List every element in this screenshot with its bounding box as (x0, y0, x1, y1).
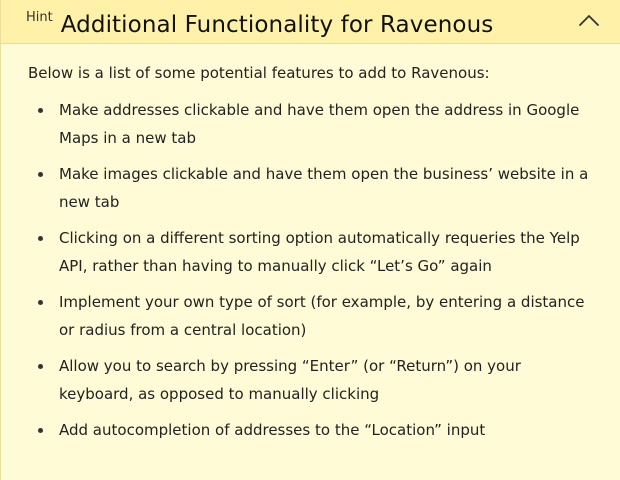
bullet-icon (38, 236, 43, 241)
list-item: Implement your own type of sort (for exa… (28, 288, 594, 344)
bullet-icon (38, 300, 43, 305)
feature-list: Make addresses clickable and have them o… (28, 96, 594, 444)
hint-title: Additional Functionality for Ravenous (60, 12, 494, 38)
hint-header[interactable]: Hint Additional Functionality for Raveno… (1, 0, 620, 44)
hint-intro: Below is a list of some potential featur… (28, 64, 490, 82)
list-item: Make images clickable and have them open… (28, 160, 594, 216)
bullet-icon (38, 108, 43, 113)
list-item-text: Clicking on a different sorting option a… (59, 229, 580, 275)
list-item-text: Add autocompletion of addresses to the “… (59, 421, 486, 439)
bullet-icon (38, 428, 43, 433)
list-item: Allow you to search by pressing “Enter” … (28, 352, 594, 408)
list-item-text: Allow you to search by pressing “Enter” … (59, 357, 521, 403)
list-item: Add autocompletion of addresses to the “… (28, 416, 594, 444)
chevron-up-icon (579, 15, 599, 26)
list-item-text: Make addresses clickable and have them o… (59, 101, 580, 147)
list-item: Make addresses clickable and have them o… (28, 96, 594, 152)
hint-body: Below is a list of some potential featur… (1, 44, 620, 444)
list-item: Clicking on a different sorting option a… (28, 224, 594, 280)
collapse-button[interactable] (576, 10, 602, 30)
bullet-icon (38, 172, 43, 177)
hint-tag: Hint (26, 10, 53, 25)
bullet-icon (38, 364, 43, 369)
hint-panel: Hint Additional Functionality for Raveno… (0, 0, 620, 480)
list-item-text: Make images clickable and have them open… (59, 165, 589, 211)
list-item-text: Implement your own type of sort (for exa… (59, 293, 585, 339)
